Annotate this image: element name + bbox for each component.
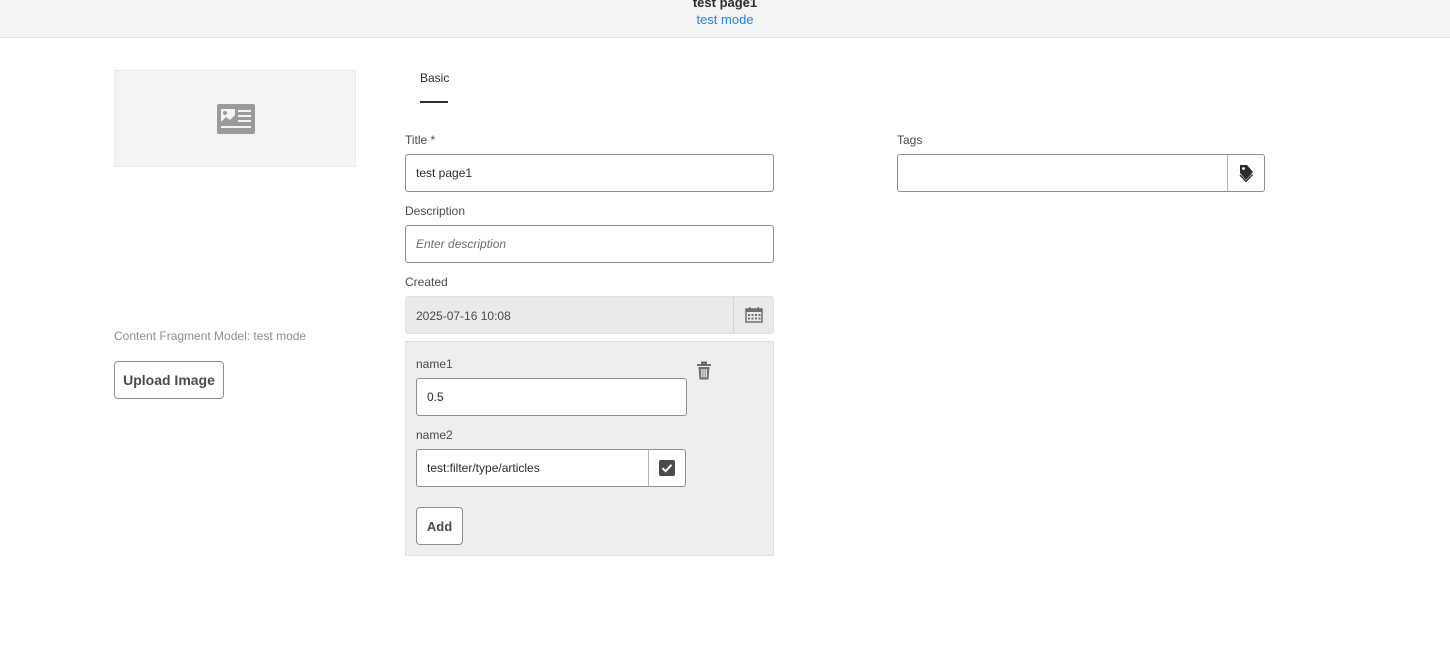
name2-label: name2 — [416, 428, 453, 442]
add-item-button[interactable]: Add — [416, 507, 463, 545]
tags-label: Tags — [897, 133, 923, 147]
page-subtitle[interactable]: test mode — [0, 12, 1450, 28]
calendar-icon — [744, 307, 763, 323]
title-label: Title * — [405, 133, 436, 147]
name2-picker-button[interactable] — [648, 449, 686, 487]
name1-input[interactable] — [416, 378, 687, 416]
calendar-button[interactable] — [733, 297, 773, 333]
description-label: Description — [405, 204, 466, 218]
created-label: Created — [405, 275, 448, 289]
title-input[interactable] — [405, 154, 774, 192]
name1-label: name1 — [416, 357, 453, 371]
upload-image-button[interactable]: Upload Image — [114, 361, 224, 399]
thumbnail-preview — [114, 70, 356, 167]
name2-input[interactable] — [416, 449, 649, 487]
description-input[interactable] — [405, 225, 774, 263]
page-title: test page1 — [692, 0, 758, 10]
created-datepicker: 2025-07-16 10:08 — [405, 296, 774, 334]
created-value: 2025-07-16 10:08 — [416, 309, 511, 323]
content-fragment-model-label: Content Fragment Model: test mode — [114, 329, 307, 343]
tags-input[interactable] — [897, 154, 1228, 192]
header-bar: test page1 test mode — [0, 0, 1450, 38]
trash-icon[interactable] — [695, 361, 713, 380]
image-card-icon — [217, 104, 255, 134]
tab-basic[interactable]: Basic — [420, 71, 449, 85]
check-icon — [659, 460, 675, 476]
tag-icon — [1239, 165, 1253, 182]
tags-picker-button[interactable] — [1227, 154, 1265, 192]
tab-selected-indicator — [420, 101, 448, 103]
